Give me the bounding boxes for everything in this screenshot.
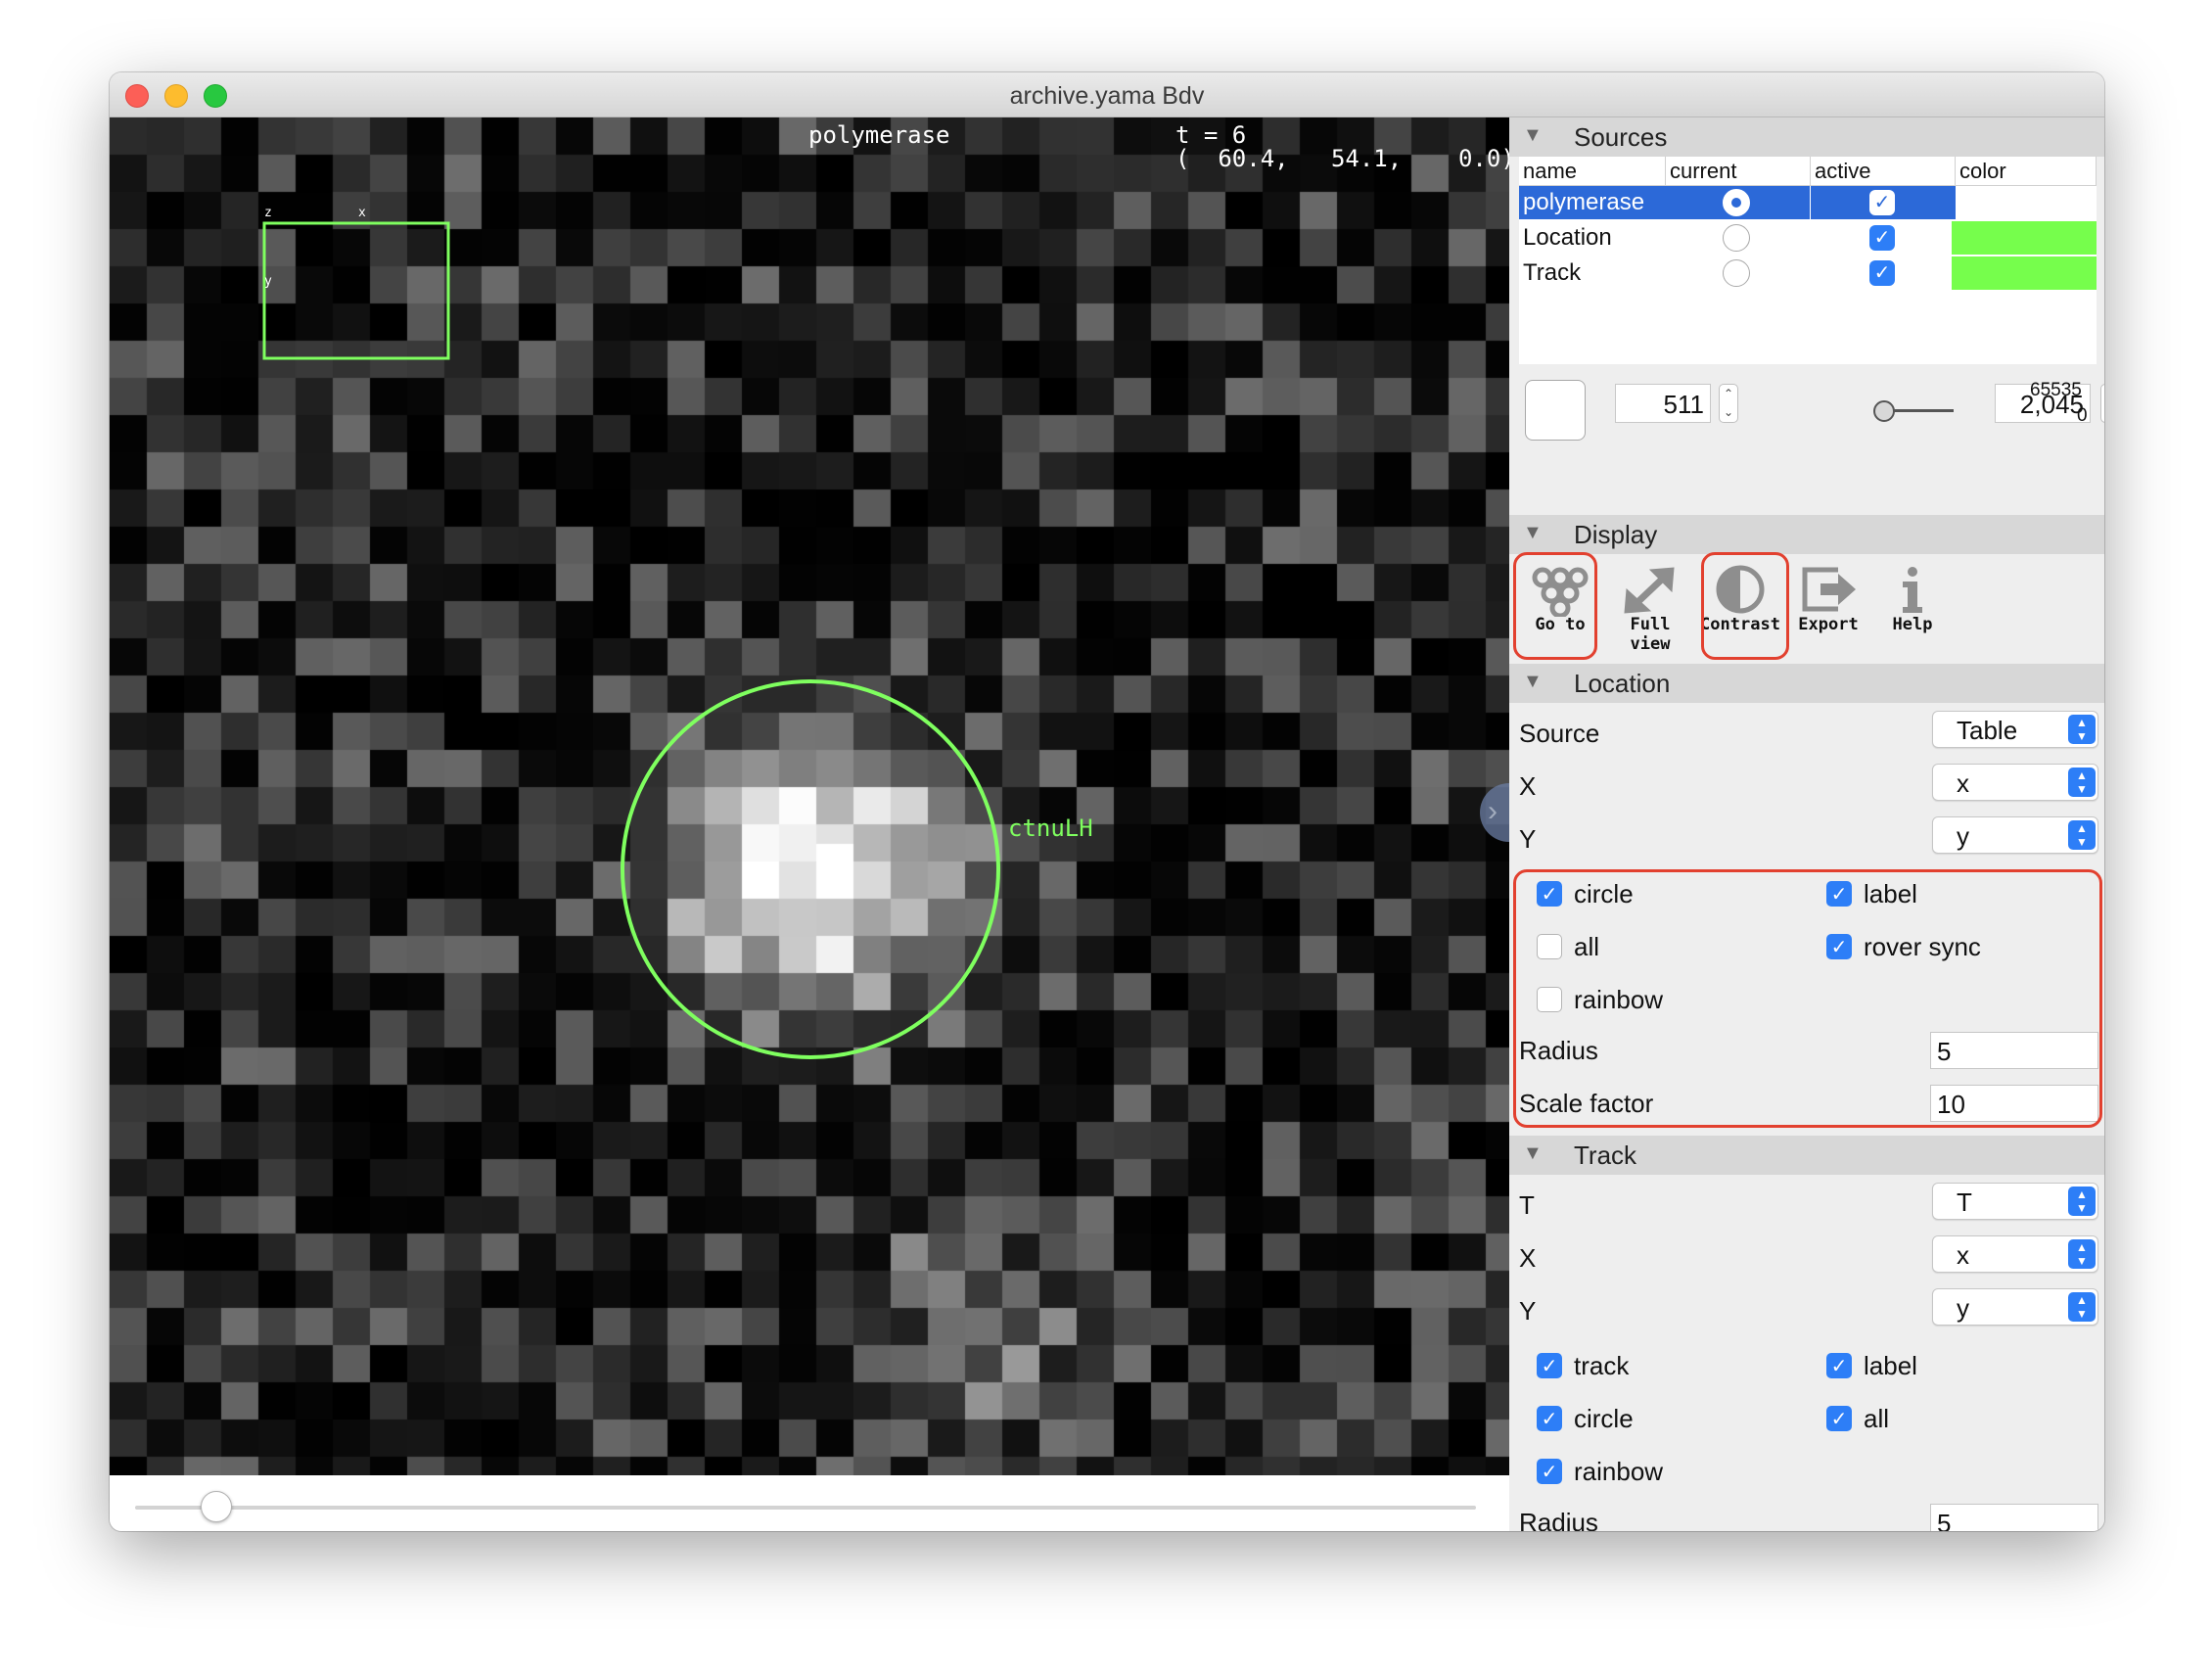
coordinate-overlay: ( 60.4, 54.1, 0.0) [1175, 145, 1509, 172]
select-arrows-icon: ▲ ▼ [2068, 1292, 2096, 1322]
current-radio[interactable] [1723, 259, 1750, 287]
sources-section-header[interactable]: ▼ Sources [1509, 117, 2104, 157]
viewer-overlay [262, 221, 1000, 1059]
source-name-overlay: polymerase [808, 121, 950, 149]
help-button[interactable]: Help [1869, 560, 1956, 638]
full-view-icon [1624, 567, 1675, 614]
active-checkbox[interactable]: ✓ [1869, 260, 1895, 286]
collapse-triangle-icon: ▼ [1523, 522, 1543, 543]
track-label-label: label [1864, 1351, 1917, 1380]
select-arrows-icon: ▲ ▼ [2068, 820, 2096, 850]
track-section-header[interactable]: ▼ Track [1509, 1136, 2104, 1175]
source-name: Location [1523, 224, 1612, 251]
spot-label: ctnuLH [1008, 815, 1093, 842]
active-checkbox[interactable]: ✓ [1869, 225, 1895, 251]
location-y-label: Y [1519, 824, 1537, 854]
source-row-track[interactable]: Track ✓ [1519, 256, 2097, 290]
window-title: archive.yama Bdv [1009, 82, 1205, 110]
highlight-location-options [1513, 869, 2102, 1128]
location-y-select[interactable]: y ▲ ▼ [1932, 816, 2098, 854]
image-viewer[interactable]: z x y polymerase t = 6 ( 60.4, 54.1, 0.0… [110, 117, 1509, 1475]
select-arrows-icon: ▲ ▼ [2068, 768, 2096, 797]
bdv-window: archive.yama Bdv z x y polymerase t = 6 … [110, 72, 2104, 1531]
current-radio[interactable] [1723, 224, 1750, 252]
color-cell[interactable] [1952, 256, 2097, 290]
source-name: polymerase [1523, 189, 1645, 215]
range-min-stepper[interactable]: ⌃ ⌄ [1719, 384, 1738, 423]
axis-z-label: z [264, 206, 272, 220]
sources-table: name current active color polymerase ✓ L… [1519, 157, 2097, 364]
axis-y-label: y [264, 274, 272, 289]
title-bar: archive.yama Bdv [110, 72, 2104, 117]
color-cell[interactable] [1956, 186, 2097, 219]
track-all-checkbox[interactable]: ✓ [1826, 1406, 1852, 1431]
display-header-label: Display [1574, 520, 1658, 549]
tool-label: Help [1892, 615, 1933, 634]
track-t-label: T [1519, 1190, 1535, 1220]
track-y-select[interactable]: y ▲ ▼ [1932, 1288, 2098, 1326]
location-x-label: X [1519, 771, 1537, 801]
collapse-triangle-icon: ▼ [1523, 671, 1543, 692]
axis-x-label: x [358, 206, 366, 220]
export-icon [1802, 567, 1856, 612]
track-all-label: all [1864, 1404, 1890, 1433]
current-radio[interactable] [1723, 189, 1750, 216]
track-label-checkbox[interactable]: ✓ [1826, 1353, 1852, 1378]
range-limit-max-label: 65535 [2030, 380, 2082, 400]
highlight-contrast [1701, 552, 1789, 660]
sources-header-label: Sources [1574, 122, 1668, 152]
export-button[interactable]: Export [1785, 560, 1871, 638]
display-section-header[interactable]: ▼ Display [1509, 515, 2104, 554]
source-name: Track [1523, 259, 1582, 286]
time-slider-thumb[interactable] [201, 1491, 233, 1522]
track-track-checkbox[interactable]: ✓ [1537, 1353, 1562, 1378]
col-color[interactable]: color [1956, 157, 2097, 186]
track-radius-label: Radius [1519, 1508, 1598, 1531]
select-arrows-icon: ▲ ▼ [2068, 715, 2096, 744]
source-row-polymerase[interactable]: polymerase ✓ [1519, 186, 2097, 219]
collapse-triangle-icon: ▼ [1523, 124, 1543, 146]
location-source-label: Source [1519, 719, 1600, 748]
range-max-stepper[interactable]: ⌃⌄ [2100, 384, 2104, 423]
track-circle-checkbox[interactable]: ✓ [1537, 1406, 1562, 1431]
track-radius-field[interactable]: 5 [1930, 1504, 2098, 1531]
location-x-select[interactable]: x ▲ ▼ [1932, 764, 2098, 801]
time-slider-area [110, 1475, 1509, 1531]
tool-label: Full view [1630, 615, 1671, 654]
color-swatch-button[interactable] [1525, 380, 1586, 441]
location-source-select[interactable]: Table ▲ ▼ [1932, 711, 2098, 748]
track-header-label: Track [1574, 1141, 1637, 1170]
track-x-select[interactable]: x ▲ ▼ [1932, 1235, 2098, 1273]
track-rainbow-checkbox[interactable]: ✓ [1537, 1459, 1562, 1484]
highlight-goto [1513, 552, 1597, 660]
spot-circle[interactable] [621, 679, 1000, 1059]
range-limit-min-label: 0 [2077, 405, 2088, 426]
col-name[interactable]: name [1519, 157, 1666, 186]
track-y-label: Y [1519, 1296, 1537, 1326]
active-checkbox[interactable]: ✓ [1869, 190, 1895, 215]
collapse-triangle-icon: ▼ [1523, 1142, 1543, 1164]
chevron-right-icon: › [1488, 795, 1498, 827]
select-arrows-icon: ▲ ▼ [2068, 1239, 2096, 1269]
tool-label: Export [1798, 615, 1859, 634]
source-row-location[interactable]: Location ✓ [1519, 221, 2097, 255]
track-track-label: track [1574, 1351, 1630, 1380]
navigation-box [262, 221, 450, 360]
help-icon [1903, 567, 1922, 613]
col-active[interactable]: active [1811, 157, 1956, 186]
track-rainbow-label: rainbow [1574, 1457, 1664, 1486]
track-x-label: X [1519, 1243, 1537, 1273]
track-t-select[interactable]: T ▲ ▼ [1932, 1183, 2098, 1220]
location-section-header[interactable]: ▼ Location [1509, 664, 2104, 703]
range-min-field[interactable]: 511 [1615, 384, 1711, 423]
col-current[interactable]: current [1666, 157, 1811, 186]
time-slider-track[interactable] [135, 1506, 1476, 1510]
full-view-button[interactable]: Full view [1607, 560, 1693, 654]
select-arrows-icon: ▲ ▼ [2068, 1187, 2096, 1216]
side-panel: ▼ Sources name current active color poly… [1509, 117, 2104, 1531]
track-circle-label: circle [1574, 1404, 1634, 1433]
location-header-label: Location [1574, 669, 1671, 698]
color-cell[interactable] [1952, 221, 2097, 255]
range-slider-thumb[interactable] [1873, 400, 1895, 422]
